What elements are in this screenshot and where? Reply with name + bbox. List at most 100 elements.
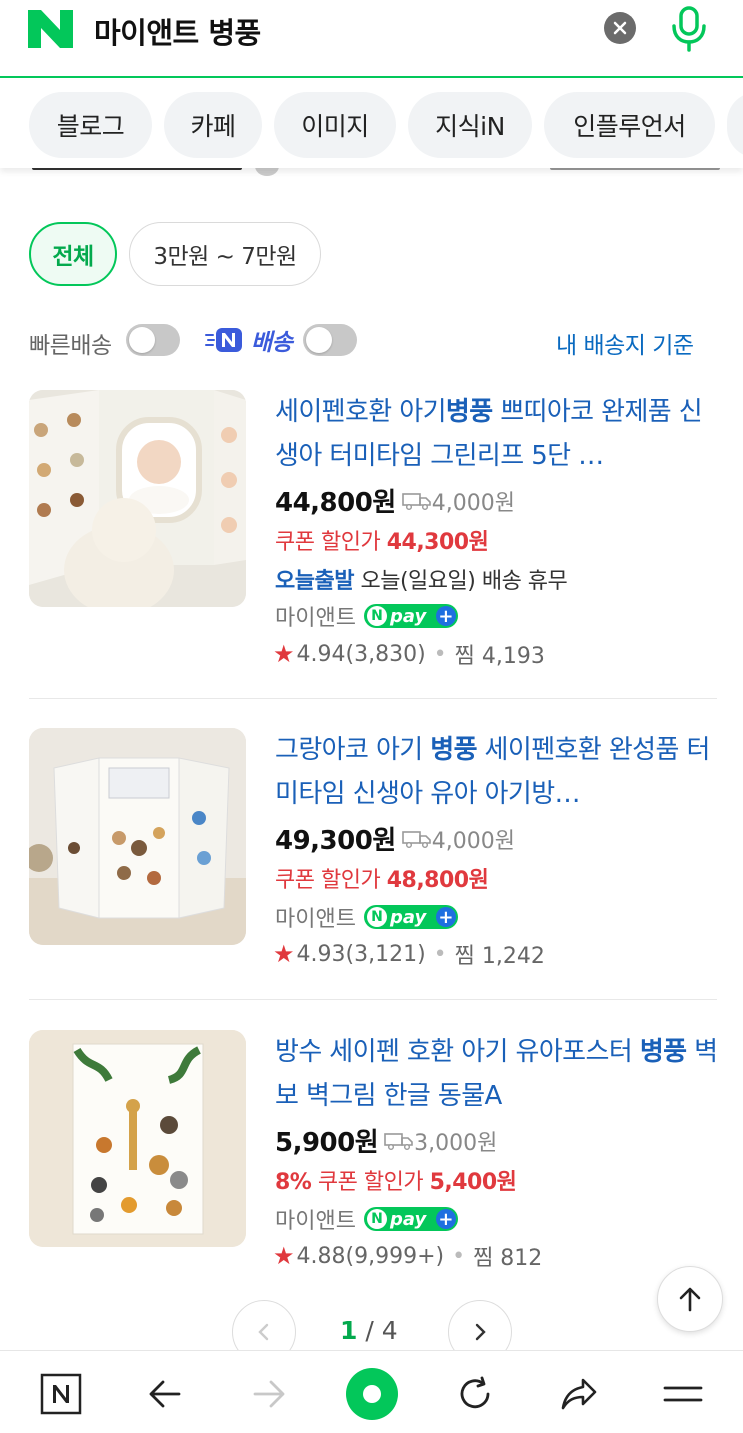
total-pages: 4 — [381, 1316, 398, 1345]
coupon-price: 5,400원 — [429, 1170, 517, 1195]
fast-delivery-label: 빠른배송 — [29, 333, 112, 359]
coupon-price-line: 8% 쿠폰 할인가 5,400원 — [275, 1164, 517, 1196]
title-text: 방수 세이펜 호환 아기 유아포스터 — [275, 1037, 640, 1067]
product-title[interactable]: 세이펜호환 아기병풍 쁘띠아코 완제품 신생아 터미타임 그린리프 5단 … — [275, 390, 720, 478]
coupon-price: 44,300원 — [386, 530, 489, 555]
seller-name[interactable]: 마이앤트 — [275, 1203, 356, 1235]
truck-icon — [401, 492, 431, 510]
category-tabs: 블로그 카페 이미지 지식iN 인플루언서 — [0, 80, 743, 168]
green-dot-icon[interactable] — [343, 1365, 401, 1423]
review-count: (9,999+) — [345, 1243, 445, 1269]
search-bar: 마이앤트 병풍 — [0, 0, 743, 78]
scroll-to-top-button[interactable] — [657, 1266, 723, 1332]
product-thumbnail[interactable] — [29, 728, 246, 945]
coupon-label: 쿠폰 할인가 — [317, 1170, 424, 1195]
wish-count: 찜 4,193 — [454, 644, 545, 669]
coupon-price-line: 쿠폰 할인가 44,300원 — [275, 524, 489, 556]
share-icon[interactable] — [556, 1371, 602, 1417]
npay-delivery-text: 배송 — [251, 330, 293, 356]
seller-name[interactable]: 마이앤트 — [275, 600, 356, 632]
tab-blog[interactable]: 블로그 — [29, 92, 152, 158]
clear-search-icon[interactable] — [604, 12, 636, 44]
back-arrow-icon[interactable] — [142, 1371, 188, 1417]
product-thumbnail[interactable] — [29, 1030, 246, 1247]
price-line: 49,300원 4,000원 — [275, 820, 515, 857]
my-address-link[interactable]: 내 배송지 기준 — [556, 326, 694, 360]
wish-count: 찜 1,242 — [454, 944, 545, 969]
star-icon: ★ — [273, 640, 295, 668]
page-indicator: 1 / 4 — [340, 1316, 398, 1345]
separator-dot: • — [433, 941, 447, 967]
tab-more[interactable] — [727, 92, 743, 158]
page-separator: / — [365, 1316, 374, 1345]
npay-plus-badge-icon: Npay + — [363, 905, 458, 929]
separator-dot: • — [433, 641, 447, 667]
arrow-up-icon — [679, 1287, 701, 1312]
wish-count: 찜 812 — [473, 1246, 543, 1271]
product-price: 49,300원 — [275, 826, 396, 856]
shipping-fee: 3,000원 — [384, 1125, 497, 1157]
tab-image[interactable]: 이미지 — [274, 92, 396, 158]
coupon-percent: 8% — [275, 1170, 312, 1195]
rating-value: 4.94 — [296, 641, 346, 667]
npay-delivery-toggle[interactable] — [303, 324, 357, 356]
npay-delivery-label: 배송 — [205, 324, 293, 356]
star-icon: ★ — [273, 940, 295, 968]
current-page: 1 — [340, 1316, 358, 1345]
menu-icon[interactable] — [660, 1371, 706, 1417]
seller-line: 마이앤트 Npay + — [275, 600, 458, 632]
rating-value: 4.88 — [296, 1243, 346, 1269]
seller-line: 마이앤트 Npay + — [275, 901, 458, 933]
search-query[interactable]: 마이앤트 병풍 — [94, 10, 261, 52]
npay-n-logo-icon — [205, 328, 242, 352]
seller-name[interactable]: 마이앤트 — [275, 901, 356, 933]
rating-line: ★ 4.93 (3,121) • 찜 1,242 — [273, 938, 545, 970]
product-title[interactable]: 그랑아코 아기 병풍 세이펜호환 완성품 터미타임 신생아 유아 아기방… — [275, 728, 720, 816]
shipping-fee: 4,000원 — [401, 485, 515, 517]
seller-line: 마이앤트 Npay + — [275, 1203, 458, 1235]
naver-logo-icon[interactable] — [28, 10, 73, 48]
shipping-fee-value: 4,000원 — [431, 490, 515, 516]
shipping-fee-value: 3,000원 — [414, 1130, 498, 1156]
title-keyword: 병풍 — [445, 397, 493, 427]
coupon-price: 48,800원 — [386, 868, 489, 893]
coupon-label: 쿠폰 할인가 — [275, 868, 381, 893]
title-keyword: 병풍 — [430, 735, 477, 765]
tab-kin[interactable]: 지식iN — [408, 92, 532, 158]
product-price: 44,800원 — [275, 488, 396, 518]
shipping-fee-value: 4,000원 — [431, 828, 515, 854]
forward-arrow-icon[interactable] — [246, 1371, 292, 1417]
star-icon: ★ — [273, 1242, 295, 1270]
price-line: 5,900원 3,000원 — [275, 1122, 497, 1159]
chevron-left-icon — [258, 1323, 269, 1341]
title-text: 그랑아코 아기 — [275, 735, 431, 765]
npay-plus-badge-icon: Npay + — [363, 1207, 458, 1231]
truck-icon — [401, 830, 431, 848]
divider — [29, 999, 717, 1000]
coupon-price-line: 쿠폰 할인가 48,800원 — [275, 862, 489, 894]
npay-plus-badge-icon: Npay + — [363, 604, 458, 628]
filter-all-chip[interactable]: 전체 — [29, 222, 117, 286]
title-text: 세이펜호환 아기 — [275, 397, 447, 427]
fast-delivery-toggle[interactable] — [126, 324, 180, 356]
separator-dot: • — [452, 1243, 466, 1269]
review-count: (3,121) — [345, 941, 426, 967]
product-title[interactable]: 방수 세이펜 호환 아기 유아포스터 병풍 벽보 벽그림 한글 동물A — [275, 1030, 720, 1118]
truck-icon — [384, 1132, 413, 1150]
tab-influencer[interactable]: 인플루언서 — [544, 92, 715, 158]
filter-price-range-chip[interactable]: 3만원 ~ 7만원 — [129, 222, 321, 286]
product-thumbnail[interactable] — [29, 390, 246, 607]
delivery-info-text: 오늘(일요일) 배송 휴무 — [360, 569, 568, 594]
tab-cafe[interactable]: 카페 — [164, 92, 262, 158]
rating-line: ★ 4.94 (3,830) • 찜 4,193 — [273, 638, 545, 670]
delivery-info: 오늘출발 오늘(일요일) 배송 휴무 — [275, 563, 568, 595]
microphone-icon[interactable] — [668, 4, 710, 52]
shipping-fee: 4,000원 — [401, 823, 515, 855]
today-departure-label: 오늘출발 — [275, 569, 354, 594]
title-keyword: 병풍 — [639, 1037, 687, 1067]
rating-value: 4.93 — [296, 941, 346, 967]
bottom-navigation-bar — [0, 1350, 743, 1433]
price-line: 44,800원 4,000원 — [275, 482, 515, 519]
naver-home-icon[interactable] — [38, 1371, 84, 1417]
refresh-icon[interactable] — [452, 1371, 498, 1417]
